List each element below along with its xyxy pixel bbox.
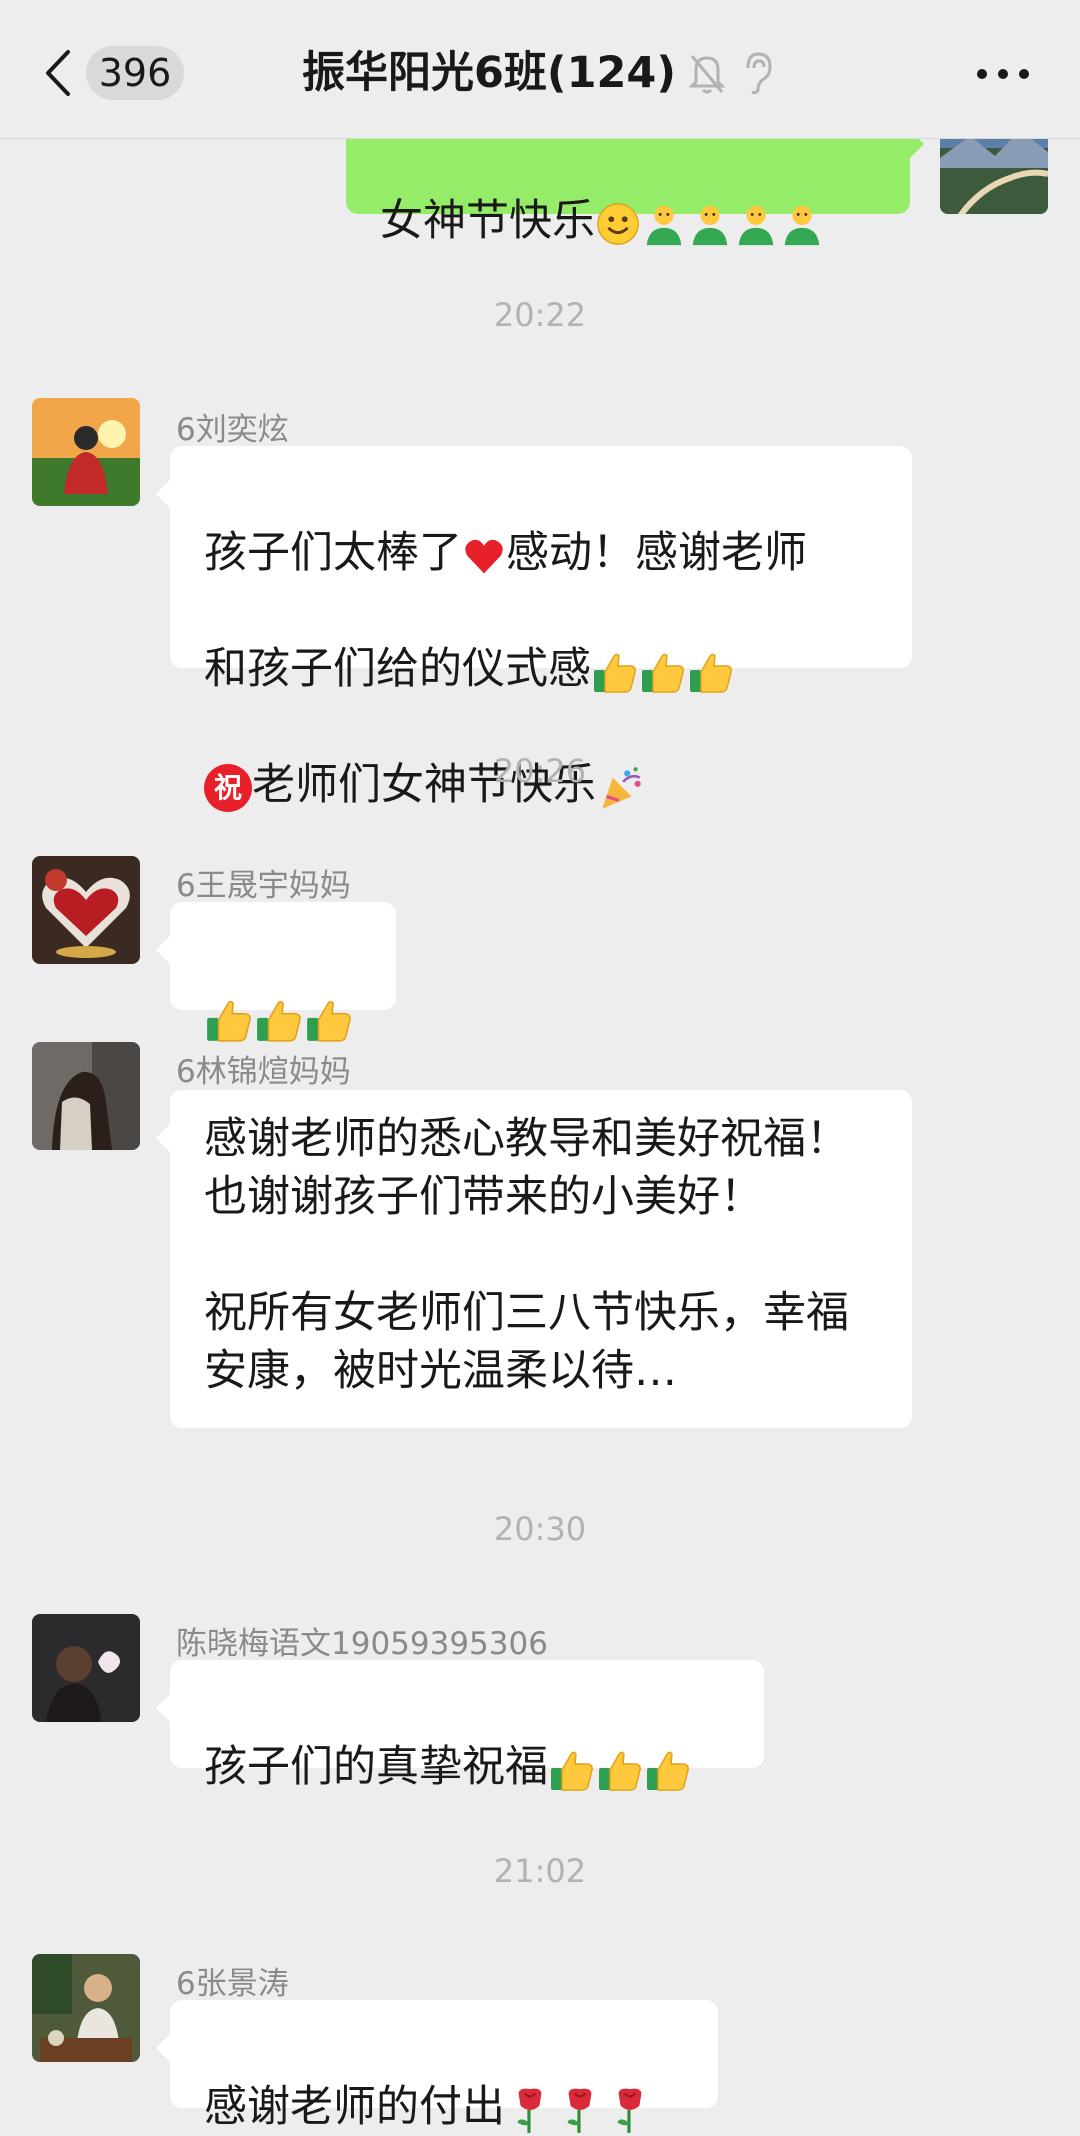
thumbs-up-emoji <box>639 648 687 696</box>
message-bubble[interactable]: 孩子们太棒了 感动！感谢老师 和孩子们给的仪式感 祝老师们女神节快乐 <box>156 446 912 812</box>
mute-icon <box>688 55 726 94</box>
unread-count-badge[interactable]: 396 <box>86 46 184 100</box>
ear-icon <box>746 52 772 95</box>
timestamp: 20:22 <box>493 296 587 334</box>
message-text: 女神节快乐 <box>380 196 595 246</box>
avatar[interactable] <box>32 1042 140 1150</box>
bust-emoji <box>733 201 779 247</box>
thumbs-up-emoji <box>548 1746 596 1794</box>
message-bubble[interactable]: 感谢老师的悉心教导和美好祝福！ 也谢谢孩子们带来的小美好！ 祝所有女老师们三八节… <box>156 1090 912 1428</box>
rose-emoji <box>505 2085 555 2135</box>
message-bubble[interactable] <box>156 902 396 1010</box>
sender-name: 6林锦煊妈妈 <box>176 1054 351 1090</box>
timestamp: 20:30 <box>493 1510 587 1548</box>
smile-emoji <box>595 201 641 247</box>
back-icon[interactable] <box>40 48 74 98</box>
chat-title: 振华阳光6班(124) <box>302 48 676 98</box>
timestamp: 20:26 <box>493 752 587 790</box>
heart-emoji <box>462 534 506 578</box>
message-text: 感动！感谢老师 <box>506 528 807 578</box>
thumbs-up-emoji <box>596 1746 644 1794</box>
bust-emoji <box>641 201 687 247</box>
timestamp: 21:02 <box>493 1852 587 1890</box>
message-bubble[interactable]: 感谢老师的付出 <box>156 2000 718 2108</box>
avatar[interactable] <box>32 398 140 506</box>
thumbs-up-emoji <box>687 648 735 696</box>
avatar[interactable] <box>32 1954 140 2062</box>
thumbs-up-emoji <box>254 995 304 1045</box>
bust-emoji <box>779 201 825 247</box>
thumbs-up-emoji <box>591 648 639 696</box>
thumbs-up-emoji <box>644 1746 692 1794</box>
message-text: 孩子们太棒了 <box>204 528 462 578</box>
message-text: 和孩子们给的仪式感 <box>204 644 591 694</box>
thumbs-up-emoji <box>304 995 354 1045</box>
chat-header: 396 振华阳光6班(124) <box>0 0 1080 139</box>
sender-name: 6王晟宇妈妈 <box>176 868 351 904</box>
message-text: 感谢老师的付出 <box>204 2082 505 2132</box>
thumbs-up-emoji <box>204 995 254 1045</box>
message-bubble[interactable]: 孩子们的真挚祝福 <box>156 1660 764 1792</box>
avatar[interactable] <box>32 856 140 964</box>
bust-emoji <box>687 201 733 247</box>
sender-name: 6刘奕炫 <box>176 412 289 448</box>
rose-emoji <box>555 2085 605 2135</box>
rose-emoji <box>605 2085 655 2135</box>
message-text: 孩子们的真挚祝福 <box>204 1742 548 1792</box>
sender-name: 陈晓梅语文19059395306 <box>176 1626 548 1662</box>
sender-name: 6张景涛 <box>176 1966 289 2002</box>
more-icon[interactable] <box>976 68 1030 80</box>
avatar[interactable] <box>32 1614 140 1722</box>
